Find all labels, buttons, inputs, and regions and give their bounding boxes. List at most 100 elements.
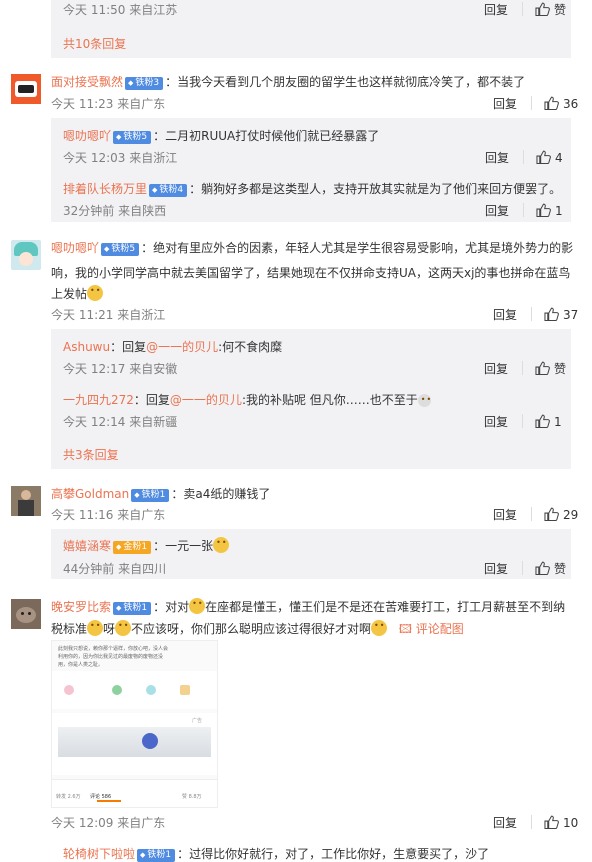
- like-label[interactable]: 赞: [554, 3, 566, 17]
- comment-text: 嗯叻嗯吖铁粉5：绝对有里应外合的因素，年轻人尤其是学生很容易受影响，尤其是境外势…: [51, 239, 573, 256]
- image-comment-count: 评论 586: [90, 794, 112, 800]
- avatar[interactable]: [11, 74, 41, 104]
- reply-username[interactable]: 排着队长杨万里: [63, 182, 147, 196]
- comment-actions: 回复 36: [493, 95, 578, 112]
- reply-button[interactable]: 回复: [493, 97, 517, 111]
- reply-username[interactable]: 嗯叻嗯吖: [63, 129, 111, 143]
- thumb-up-icon[interactable]: [535, 2, 550, 16]
- like-count[interactable]: 37: [563, 308, 578, 322]
- like-label[interactable]: 赞: [554, 562, 566, 576]
- reply-prefix: ：回复: [110, 340, 147, 354]
- view-all-replies-link[interactable]: 共3条回复: [63, 446, 119, 463]
- fan-badge[interactable]: 铁粉3: [125, 77, 164, 90]
- comment-image-link[interactable]: 🖾 评论配图: [399, 622, 464, 636]
- like-count[interactable]: 29: [563, 508, 578, 522]
- reply-text: Ashuwu：回复@一一的贝儿:何不食肉糜: [63, 338, 282, 355]
- comment-body-cont: 在座都是懂王，懂王们是不是还在苦难要打工，打工月薪甚至不到纳: [205, 600, 566, 614]
- reply-meta: 今天 11:50 来自江苏: [63, 3, 178, 17]
- fan-badge[interactable]: 铁粉4: [149, 184, 188, 197]
- emoji-face-icon: [417, 394, 432, 407]
- mention-link[interactable]: @一一的贝儿: [146, 340, 218, 354]
- fan-badge[interactable]: 铁粉5: [101, 243, 140, 256]
- reply-actions: 回复 1: [484, 413, 562, 430]
- comment-username[interactable]: 晚安罗比索: [51, 600, 111, 614]
- reply-prefix: ：回复: [133, 393, 170, 407]
- divider: [522, 2, 524, 16]
- comment-body-part: 税标准: [51, 622, 88, 636]
- reply-button[interactable]: 回复: [493, 308, 517, 322]
- thumb-up-icon[interactable]: [536, 203, 551, 217]
- comment-username[interactable]: 嗯叻嗯吖: [51, 241, 99, 255]
- fan-badge[interactable]: 铁粉5: [113, 131, 152, 144]
- comment-image[interactable]: 此刻我只想说，赖你那个逼样，你放心吧，没人会 利用你的，因为你比我见过的最废物的…: [51, 640, 218, 808]
- reply-button[interactable]: 回复: [484, 362, 508, 376]
- reply-button[interactable]: 回复: [493, 816, 517, 830]
- like-count[interactable]: 10: [563, 816, 578, 830]
- reply-button[interactable]: 回复: [485, 204, 509, 218]
- comment-body: ：卖a4纸的赚钱了: [171, 487, 271, 501]
- like-label[interactable]: 赞: [554, 362, 566, 376]
- fan-badge[interactable]: 铁粉1: [137, 849, 176, 862]
- fan-badge[interactable]: 金粉1: [113, 541, 152, 554]
- avatar[interactable]: [11, 240, 41, 270]
- comment-meta: 今天 12:09 来自广东: [51, 816, 166, 830]
- divider: [531, 815, 533, 829]
- thumb-up-icon[interactable]: [544, 815, 559, 829]
- thumb-up-icon[interactable]: [536, 150, 551, 164]
- comment-text: 高攀Goldman铁粉1：卖a4纸的赚钱了: [51, 485, 270, 502]
- comment-actions: 回复 29: [493, 506, 578, 523]
- divider: [531, 507, 533, 521]
- view-all-replies-link[interactable]: 共10条回复: [63, 35, 126, 52]
- emoji-face-icon: [189, 598, 206, 614]
- thumb-up-icon[interactable]: [535, 361, 550, 375]
- comment-username[interactable]: 高攀Goldman: [51, 487, 129, 501]
- avatar[interactable]: [11, 486, 41, 516]
- reply-body: :我的补贴呢 但凡你……也不至于: [241, 393, 418, 407]
- thumb-up-icon[interactable]: [535, 561, 550, 575]
- comment-actions: 回复 37: [493, 306, 578, 323]
- emoji-face-icon: [371, 620, 388, 636]
- reply-username[interactable]: Ashuwu: [63, 340, 110, 354]
- comment-meta: 今天 11:16 来自广东: [51, 508, 166, 522]
- image-forward-count: 转发 2.6万: [56, 794, 81, 800]
- reply-button[interactable]: 回复: [485, 151, 509, 165]
- divider: [531, 307, 533, 321]
- thumb-up-icon[interactable]: [535, 414, 550, 428]
- comment-actions: 回复 10: [493, 814, 578, 831]
- reply-button[interactable]: 回复: [484, 3, 508, 17]
- emoji-face-icon: [87, 285, 104, 301]
- like-count[interactable]: 36: [563, 97, 578, 111]
- fan-badge[interactable]: 铁粉1: [131, 489, 170, 502]
- reply-button[interactable]: 回复: [493, 508, 517, 522]
- reply-button[interactable]: 回复: [484, 415, 508, 429]
- thumb-up-icon[interactable]: [544, 96, 559, 110]
- comment-username[interactable]: 面对接受飘然: [51, 75, 123, 89]
- comment-body-tail: 上发帖: [51, 287, 88, 301]
- reply-text: 嬉嬉涵寒金粉1：一元一张: [63, 537, 230, 554]
- reply-username[interactable]: 一九四九272: [63, 393, 134, 407]
- comment-username[interactable]: 轮椅树下啦啦: [63, 847, 135, 861]
- comment-body: ：当我今天看到几个朋友圈的留学生也这样就彻底冷笑了，都不装了: [165, 75, 526, 89]
- reply-body: ：一元一张: [153, 539, 214, 553]
- reply-username[interactable]: 嬉嬉涵寒: [63, 539, 111, 553]
- reply-actions: 回复 1: [485, 202, 563, 219]
- thumb-up-icon[interactable]: [544, 507, 559, 521]
- reply-meta: 44分钟前 来自四川: [63, 562, 167, 576]
- like-count[interactable]: 4: [555, 151, 563, 165]
- divider: [522, 561, 524, 575]
- emoji-face-icon: [87, 620, 104, 636]
- like-count[interactable]: 1: [554, 415, 562, 429]
- mention-link[interactable]: @一一的贝儿: [170, 393, 242, 407]
- reply-meta: 今天 12:14 来自新疆: [63, 415, 178, 429]
- reply-body: ：躺狗好多都是这类型人，支持开放其实就是为了他们来回方便罢了。: [189, 182, 562, 196]
- image-text-line: 利用你的，因为你比我见过的最废物的废物还没: [58, 654, 164, 660]
- fan-badge[interactable]: 铁粉1: [113, 602, 152, 615]
- avatar[interactable]: [11, 599, 41, 629]
- thumb-up-icon[interactable]: [544, 307, 559, 321]
- divider: [531, 96, 533, 110]
- reply-button[interactable]: 回复: [484, 562, 508, 576]
- comment-body: ：绝对有里应外合的因素，年轻人尤其是学生很容易受影响，尤其是境外势力的影: [141, 241, 574, 255]
- reply-text: 一九四九272：回复@一一的贝儿:我的补贴呢 但凡你……也不至于: [63, 391, 432, 408]
- like-count[interactable]: 1: [555, 204, 563, 218]
- comment-body-line: 上发帖: [51, 285, 104, 302]
